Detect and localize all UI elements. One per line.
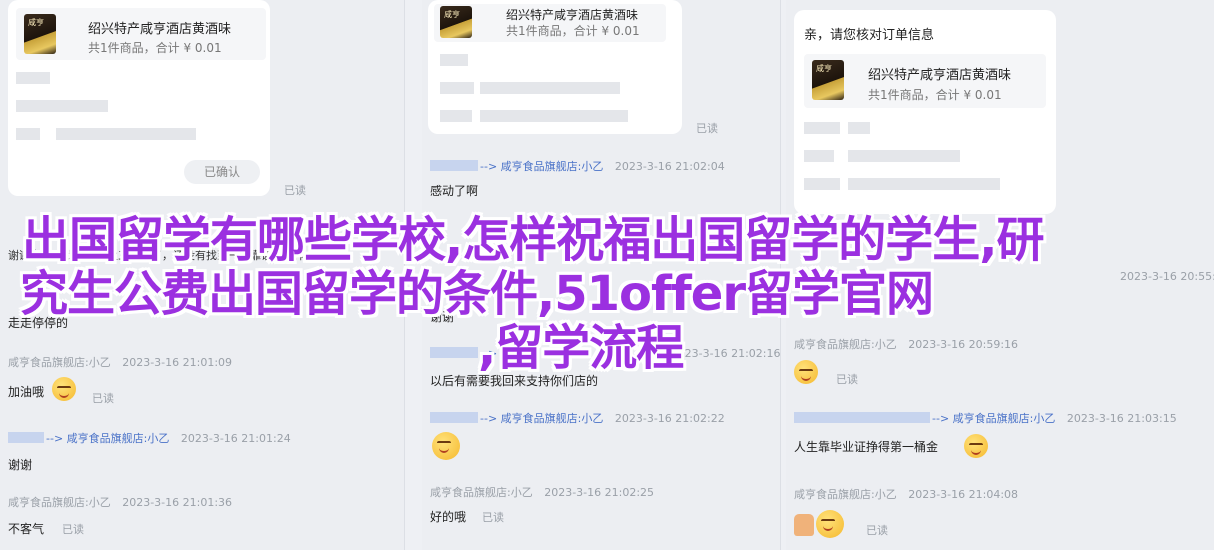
title-overlay: 出国留学有哪些学校,怎样祝福出国留学的学生,研 究生公费出国留学的条件,51of… [0, 200, 1214, 376]
order-check-prompt: 亲，请您核对订单信息 [804, 28, 935, 43]
redacted-sender [794, 412, 930, 423]
product-summary[interactable]: 咸亨 绍兴特产咸亨酒店黄酒味 共1件商品，合计 ¥ 0.01 [434, 4, 666, 42]
message-meta: 咸亨食品旗舰店:小乙 2023-3-16 21:01:36 [8, 494, 232, 510]
redacted-line [440, 54, 468, 66]
message-text: 感动了啊 [430, 184, 479, 198]
sender-name: 咸亨食品旗舰店:小乙 [430, 486, 533, 499]
message-text: 人生靠毕业证挣得第一桶金 [794, 440, 939, 454]
forward-arrow: --> [932, 412, 950, 425]
message-meta: --> 咸亨食品旗舰店:小乙 2023-3-16 21:01:24 [8, 430, 291, 446]
redacted-sender [430, 412, 478, 423]
message-text: 加油哦 [8, 385, 45, 399]
redacted-line [16, 72, 50, 84]
redacted-sender [8, 432, 44, 443]
forward-arrow: --> [46, 432, 64, 445]
sender-name[interactable]: 咸亨食品旗舰店:小乙 [953, 412, 1056, 425]
message-time: 2023-3-16 21:02:22 [614, 412, 725, 425]
sweat-emoji-icon [964, 434, 988, 458]
thinking-emoji-icon [794, 360, 818, 384]
product-subtitle: 共1件商品，合计 ¥ 0.01 [506, 24, 640, 38]
message-time: 2023-3-16 21:01:24 [180, 432, 291, 445]
message-meta: --> 咸亨食品旗舰店:小乙 2023-3-16 21:02:04 [430, 158, 725, 174]
order-card: 咸亨 绍兴特产咸亨酒店黄酒味 共1件商品，合计 ¥ 0.01 [428, 0, 682, 134]
message-meta: 咸亨食品旗舰店:小乙 2023-3-16 21:04:08 [794, 486, 1018, 502]
message-meta: --> 咸亨食品旗舰店:小乙 2023-3-16 21:02:22 [430, 410, 725, 426]
overlay-title-line-3: ,留学流程 [478, 320, 684, 376]
product-summary[interactable]: 咸亨 绍兴特产咸亨酒店黄酒味 共1件商品，合计 ¥ 0.01 [804, 54, 1046, 108]
read-status: 已读 [836, 373, 858, 386]
redacted-line [848, 150, 960, 162]
product-thumbnail: 咸亨 [812, 60, 844, 100]
message-text: 不客气 [8, 522, 45, 536]
thumbs-up-icon [794, 514, 814, 536]
redacted-line [804, 178, 840, 190]
read-status: 已读 [92, 392, 114, 405]
thinking-emoji-icon [816, 510, 844, 538]
sender-name[interactable]: 咸亨食品旗舰店:小乙 [67, 432, 170, 445]
message-meta: 咸亨食品旗舰店:小乙 2023-3-16 21:02:25 [430, 484, 654, 500]
redacted-line [848, 178, 1000, 190]
message-text: 好的哦 [430, 510, 467, 524]
product-summary[interactable]: 咸亨 绍兴特产咸亨酒店黄酒味 共1件商品，合计 ¥ 0.01 [16, 8, 266, 60]
redacted-line [804, 122, 840, 134]
read-status: 已读 [696, 122, 718, 135]
product-title: 绍兴特产咸亨酒店黄酒味 [88, 22, 232, 37]
read-status: 已读 [866, 524, 888, 537]
product-title: 绍兴特产咸亨酒店黄酒味 [868, 68, 1012, 83]
message-time: 2023-3-16 21:01:36 [122, 496, 233, 509]
confirm-button[interactable]: 已确认 [184, 160, 260, 184]
product-thumbnail-label: 咸亨 [28, 18, 44, 27]
shy-emoji-icon [432, 432, 460, 460]
product-thumbnail: 咸亨 [440, 6, 472, 38]
product-title: 绍兴特产咸亨酒店黄酒味 [506, 8, 639, 22]
redacted-line [16, 100, 108, 112]
order-card: 咸亨 绍兴特产咸亨酒店黄酒味 共1件商品，合计 ¥ 0.01 已确认 [8, 0, 270, 196]
redacted-line [440, 110, 472, 122]
smile-emoji-icon [52, 377, 76, 401]
redacted-line [848, 122, 870, 134]
product-thumbnail-label: 咸亨 [816, 64, 832, 73]
redacted-line [804, 150, 834, 162]
sender-name: 咸亨食品旗舰店:小乙 [794, 488, 897, 501]
message-time: 2023-3-16 21:04:08 [908, 488, 1019, 501]
sender-name[interactable]: 咸亨食品旗舰店:小乙 [501, 412, 604, 425]
sender-name[interactable]: 咸亨食品旗舰店:小乙 [501, 160, 604, 173]
redacted-line [440, 82, 474, 94]
message-text: 谢谢 [8, 458, 33, 472]
product-thumbnail: 咸亨 [24, 14, 56, 54]
forward-arrow: --> [480, 412, 498, 425]
sender-name: 咸亨食品旗舰店:小乙 [8, 496, 111, 509]
product-thumbnail-label: 咸亨 [444, 10, 460, 19]
read-status: 已读 [482, 511, 504, 524]
redacted-line [56, 128, 196, 140]
message-time: 2023-3-16 21:02:25 [544, 486, 655, 499]
redacted-line [16, 128, 40, 140]
order-card: 亲，请您核对订单信息 咸亨 绍兴特产咸亨酒店黄酒味 共1件商品，合计 ¥ 0.0… [794, 10, 1056, 214]
redacted-sender [430, 160, 478, 171]
forward-arrow: --> [480, 160, 498, 173]
redacted-line [480, 82, 620, 94]
product-subtitle: 共1件商品，合计 ¥ 0.01 [868, 88, 1002, 102]
read-status: 已读 [62, 523, 84, 536]
redacted-line [480, 110, 628, 122]
message-meta: --> 咸亨食品旗舰店:小乙 2023-3-16 21:03:15 [794, 410, 1177, 426]
message-time: 2023-3-16 21:03:15 [1066, 412, 1177, 425]
overlay-title-line-2: 究生公费出国留学的条件,51offer留学官网 [20, 266, 934, 322]
message-time: 2023-3-16 21:02:04 [614, 160, 725, 173]
product-subtitle: 共1件商品，合计 ¥ 0.01 [88, 41, 222, 55]
read-status: 已读 [284, 184, 306, 197]
